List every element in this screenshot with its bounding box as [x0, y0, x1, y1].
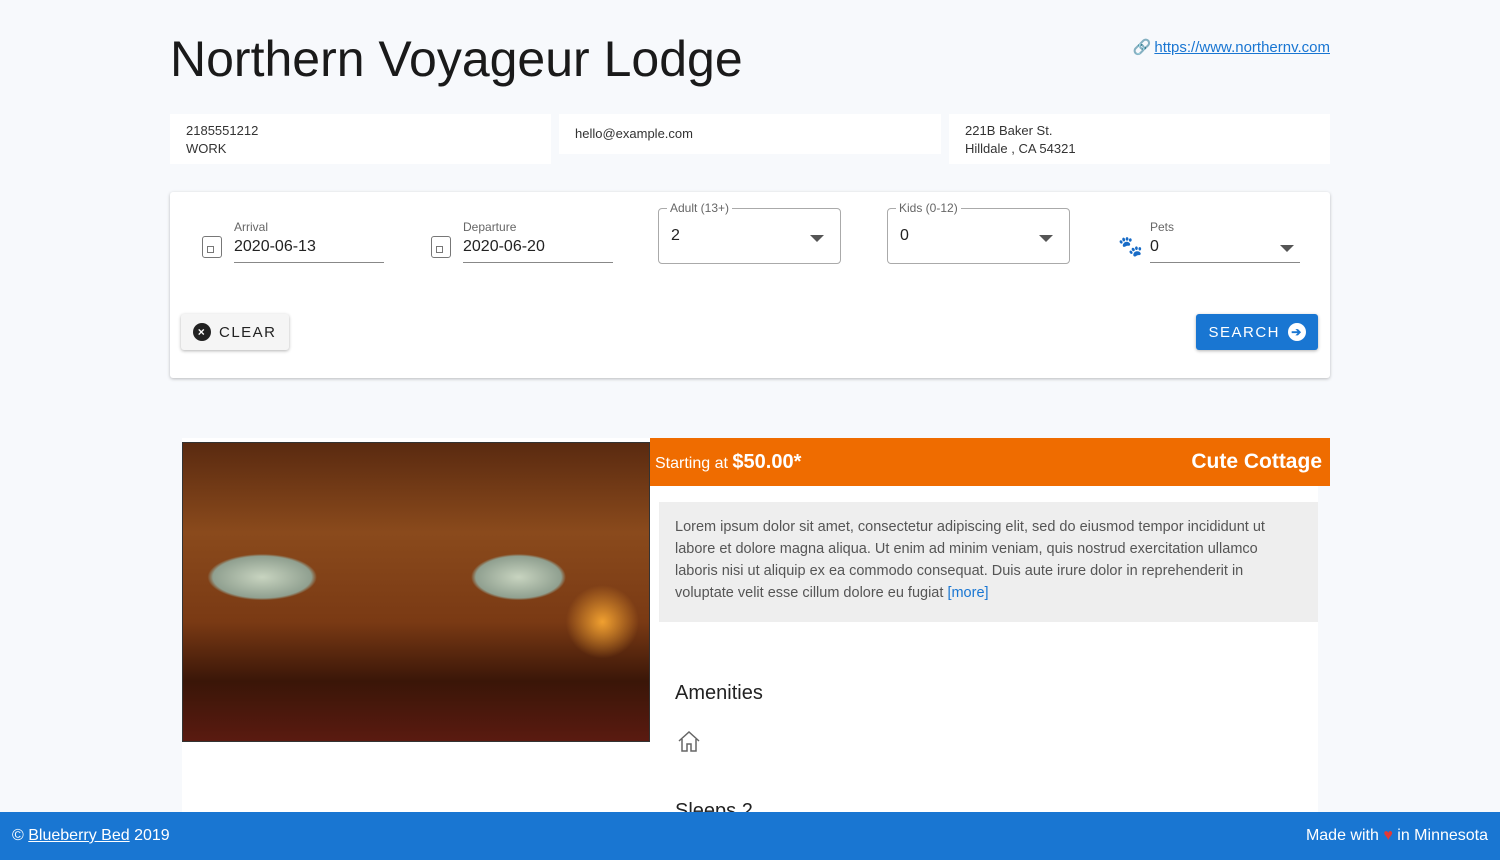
clear-button[interactable]: × CLEAR [181, 314, 289, 350]
chevron-down-icon [1280, 245, 1294, 252]
website-text: https://www.northernv.com [1154, 39, 1330, 56]
address-line2: Hilldale , CA 54321 [965, 141, 1076, 156]
departure-label: Departure [463, 220, 517, 234]
pets-label: Pets [1150, 220, 1175, 234]
heart-icon: ♥ [1383, 827, 1393, 844]
address-line1: 221B Baker St. [965, 123, 1053, 138]
email: hello@example.com [575, 126, 693, 141]
website-link[interactable]: 🔗 https://www.northernv.com [1133, 38, 1330, 56]
arrival-input[interactable]: 2020-06-13 [234, 238, 384, 263]
page-title: Northern Voyageur Lodge [170, 31, 743, 87]
listing-photo[interactable] [182, 442, 650, 742]
phone-card: 2185551212 WORK [170, 114, 551, 164]
email-card: hello@example.com [559, 114, 941, 154]
calendar-icon [431, 236, 451, 258]
calendar-icon [202, 236, 222, 258]
house-icon [678, 730, 700, 752]
copyright-symbol: © [12, 827, 24, 844]
chevron-down-icon [810, 235, 824, 242]
footer: © Blueberry Bed 2019 Made with ♥ in Minn… [0, 812, 1500, 860]
starting-at-label: Starting at [655, 454, 728, 472]
chevron-down-icon [1039, 235, 1053, 242]
listing-banner: Starting at $50.00* Cute Cottage [650, 438, 1330, 486]
arrival-label: Arrival [234, 220, 269, 234]
departure-input[interactable]: 2020-06-20 [463, 238, 613, 263]
clear-label: CLEAR [219, 323, 277, 341]
phone-type: WORK [186, 141, 227, 156]
address-card: 221B Baker St. Hilldale , CA 54321 [949, 114, 1330, 164]
pets-value: 0 [1150, 238, 1300, 263]
made-with-text: Made with [1305, 827, 1379, 844]
arrow-right-circle-icon: ➔ [1288, 323, 1306, 341]
pets-select[interactable]: 🐾 Pets 0 [1118, 220, 1300, 263]
listing-description: Lorem ipsum dolor sit amet, consectetur … [659, 502, 1318, 622]
close-circle-icon: × [193, 323, 211, 341]
adult-value: 2 [671, 227, 680, 244]
kids-label: Kids (0-12) [896, 201, 961, 215]
location-text: in Minnesota [1397, 827, 1488, 844]
arrival-field[interactable]: Arrival 2020-06-13 [202, 220, 384, 263]
paw-icon: 🐾 [1118, 236, 1143, 258]
more-link[interactable]: [more] [947, 585, 988, 601]
kids-value: 0 [900, 227, 909, 244]
adult-label: Adult (13+) [667, 201, 733, 215]
listing-name[interactable]: Cute Cottage [1191, 450, 1322, 474]
search-label: SEARCH [1208, 323, 1280, 341]
listing-price: $50.00* [732, 450, 802, 473]
brand-link[interactable]: Blueberry Bed [28, 827, 129, 844]
phone: 2185551212 [186, 123, 259, 138]
footer-year: 2019 [134, 827, 170, 844]
departure-field[interactable]: Departure 2020-06-20 [431, 220, 613, 263]
kids-select[interactable]: Kids (0-12) 0 [887, 201, 1070, 264]
search-panel: Arrival 2020-06-13 Departure 2020-06-20 … [170, 192, 1330, 378]
search-button[interactable]: SEARCH ➔ [1196, 314, 1318, 350]
amenities-title: Amenities [675, 682, 763, 704]
adult-select[interactable]: Adult (13+) 2 [658, 201, 841, 264]
link-icon: 🔗 [1132, 39, 1152, 56]
